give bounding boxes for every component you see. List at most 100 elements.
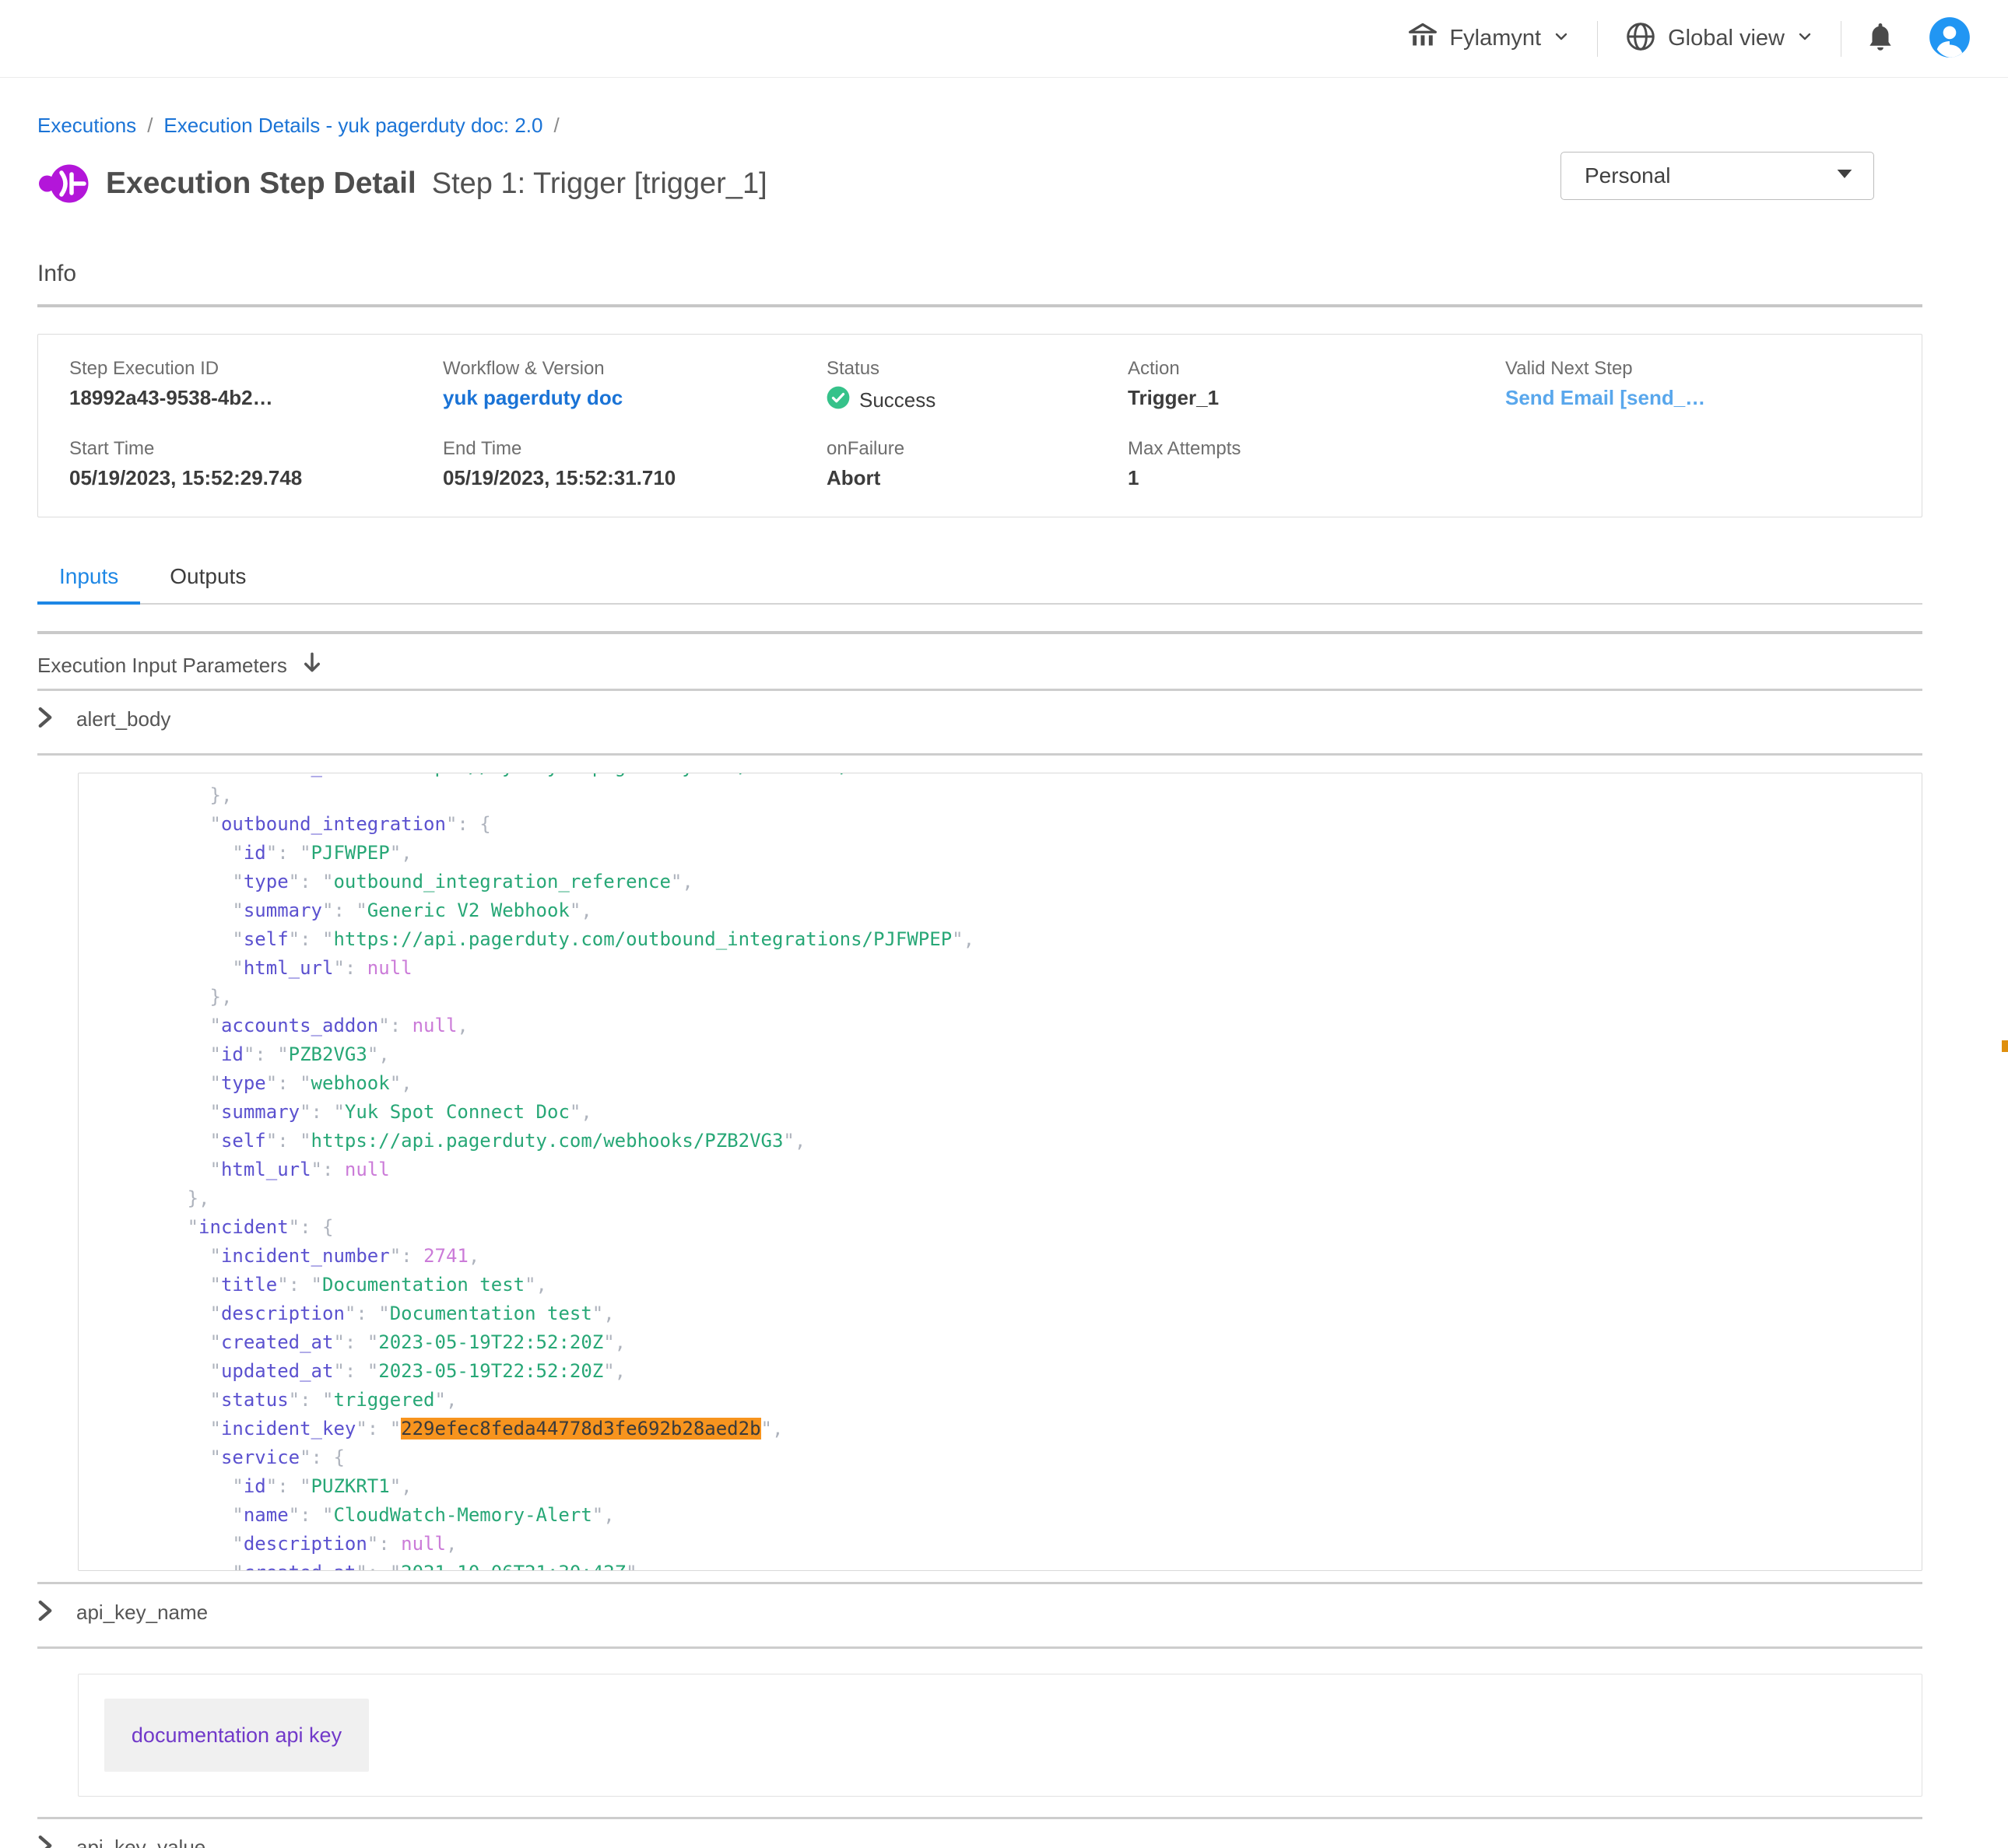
param-row-api-key-name[interactable]: api_key_name: [37, 1584, 1922, 1640]
code-line: "summary": "Yuk Spot Connect Doc",: [97, 1098, 1922, 1127]
code-line: "status": "triggered",: [97, 1386, 1922, 1415]
select-caret-icon: [1836, 168, 1853, 184]
chevron-right-icon: [37, 1835, 53, 1848]
code-token: ": ": [356, 773, 401, 777]
code-content: "html_url": "https://fylamynt.pagerduty.…: [97, 773, 1922, 1571]
page: Fylamynt Global view E: [0, 0, 2008, 1848]
scrollbar-highlight-marker[interactable]: [2002, 1040, 2008, 1052]
code-line: "self": "https://api.pagerduty.com/webho…: [97, 1127, 1922, 1155]
code-token: Documentation test: [390, 1303, 592, 1324]
code-token: ",: [390, 1072, 412, 1094]
view-switcher[interactable]: Global view: [1606, 20, 1833, 57]
code-token: ": ": [322, 899, 367, 921]
tabs: InputsOutputs: [37, 564, 1922, 605]
chevron-right-icon: [37, 1600, 53, 1625]
code-token: triggered: [333, 1389, 434, 1411]
success-icon: [827, 386, 850, 415]
api-key-name-chip[interactable]: documentation api key: [104, 1699, 369, 1772]
info-field-value[interactable]: yuk pagerduty doc: [443, 386, 827, 410]
tab-inputs[interactable]: Inputs: [37, 564, 140, 603]
code-token: ": ": [289, 871, 334, 892]
code-token: PUZKRT1: [311, 1475, 390, 1497]
chevron-right-icon: [37, 707, 53, 732]
info-field-label: Status: [827, 358, 1128, 380]
info-grid: Step Execution ID 18992a43-9538-4b2…Workf…: [69, 358, 1922, 490]
globe-icon: [1624, 20, 1657, 57]
info-field-label: Action: [1128, 358, 1505, 380]
info-field: Step Execution ID 18992a43-9538-4b2…: [69, 358, 443, 415]
code-token: id: [244, 1475, 266, 1497]
info-card: Step Execution ID 18992a43-9538-4b2…Workf…: [37, 334, 1922, 517]
code-token: https://fylamynt.pagerduty.com/services/…: [401, 773, 929, 777]
info-field-value: Trigger_1: [1128, 386, 1505, 410]
code-token: title: [221, 1274, 277, 1296]
code-token: PZB2VG3: [289, 1043, 367, 1065]
org-switcher[interactable]: Fylamynt: [1388, 23, 1589, 54]
bell-icon: [1866, 22, 1894, 55]
code-token: ": [97, 1072, 221, 1094]
code-token: ",: [761, 1418, 784, 1439]
code-line: "type": "webhook",: [97, 1069, 1922, 1098]
user-avatar[interactable]: [1911, 16, 1988, 61]
status-text: Success: [859, 388, 936, 412]
info-field: onFailureAbort: [827, 438, 1128, 490]
code-token: summary: [221, 1101, 300, 1123]
code-token: ": ": [244, 1043, 289, 1065]
code-token: ": [97, 1216, 198, 1238]
breadcrumb-link[interactable]: Executions: [37, 114, 136, 138]
breadcrumb-link[interactable]: Execution Details - yuk pagerduty doc: 2…: [163, 114, 542, 138]
code-token: ": {: [300, 1446, 345, 1468]
info-field: Action Trigger_1: [1128, 358, 1505, 415]
breadcrumb: Executions / Execution Details - yuk pager…: [37, 114, 1922, 138]
row-divider: [37, 1646, 1922, 1649]
alert-body-code-block[interactable]: "html_url": "https://fylamynt.pagerduty.…: [78, 773, 1922, 1571]
scope-select[interactable]: Personal: [1560, 152, 1874, 200]
code-token: ": [97, 1159, 221, 1180]
code-line: "updated_at": "2023-05-19T22:52:20Z",: [97, 1357, 1922, 1386]
info-field-label: Step Execution ID: [69, 358, 443, 380]
view-name: Global view: [1668, 26, 1785, 51]
param-name: alert_body: [76, 707, 170, 731]
code-token: ": [97, 1360, 221, 1382]
code-token: },: [97, 1187, 210, 1209]
code-token: ": [97, 1389, 221, 1411]
param-name: api_key_name: [76, 1601, 208, 1625]
code-token: Yuk Spot Connect Doc: [345, 1101, 570, 1123]
code-token: },: [97, 986, 232, 1008]
info-field: Workflow & Versionyuk pagerduty doc: [443, 358, 827, 415]
code-token: ",: [603, 1331, 626, 1353]
code-token: ": [97, 957, 244, 979]
breadcrumb-separator: /: [553, 114, 559, 138]
code-token: outbound_integration_reference: [333, 871, 670, 892]
code-token: ": [97, 813, 221, 835]
code-token: ",: [367, 1043, 390, 1065]
code-token: created_at: [244, 1562, 356, 1571]
info-field-value[interactable]: Send Email [send_…: [1505, 386, 1922, 410]
code-token: ":: [390, 1245, 423, 1267]
info-field-value: 18992a43-9538-4b2…: [69, 386, 443, 410]
code-token: ": [97, 1562, 244, 1571]
code-token: ": [97, 1475, 244, 1497]
code-token: ",: [525, 1274, 547, 1296]
notifications-button[interactable]: [1849, 22, 1911, 55]
code-line: "type": "outbound_integration_reference"…: [97, 868, 1922, 896]
param-row-alert-body[interactable]: alert_body: [37, 691, 1922, 747]
params-section-header: Execution Input Parameters: [37, 648, 1922, 682]
code-line: "outbound_integration": {: [97, 810, 1922, 839]
api-key-name-value-box: documentation api key: [78, 1674, 1922, 1797]
info-field: Status Success: [827, 358, 1128, 415]
code-token: ",: [570, 899, 592, 921]
code-token: ": {: [446, 813, 491, 835]
code-line: "html_url": null: [97, 954, 1922, 983]
bank-icon: [1407, 23, 1438, 54]
info-field: Max Attempts1: [1128, 438, 1505, 490]
param-row-api-key-value[interactable]: api_key_value: [37, 1819, 1922, 1848]
tab-outputs[interactable]: Outputs: [148, 564, 268, 603]
code-token: ": ": [266, 1072, 311, 1094]
code-token: ,: [446, 1533, 457, 1555]
download-arrow-icon[interactable]: [301, 651, 323, 680]
code-line: "id": "PJFWPEP",: [97, 839, 1922, 868]
code-token: ": ": [289, 928, 334, 950]
code-token: https://api.pagerduty.com/outbound_integ…: [333, 928, 952, 950]
code-token: ": [97, 1130, 221, 1152]
